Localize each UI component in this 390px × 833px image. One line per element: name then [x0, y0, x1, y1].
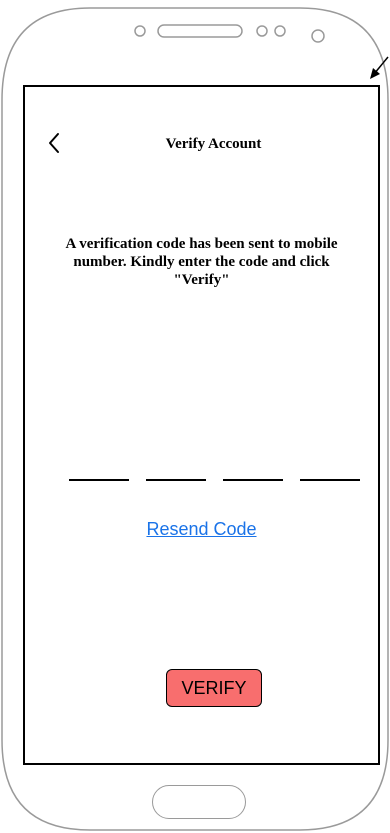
resend-container: Resend Code — [25, 519, 378, 540]
sensor-icon — [134, 25, 146, 37]
code-input-row — [69, 475, 361, 481]
code-digit-1[interactable] — [69, 475, 129, 481]
app-screen: Verify Account A verification code has b… — [23, 85, 380, 765]
speaker-icon — [157, 24, 243, 38]
code-digit-4[interactable] — [300, 475, 360, 481]
home-button[interactable] — [152, 785, 246, 819]
page-title: Verify Account — [165, 136, 262, 152]
verify-button[interactable]: VERIFY — [166, 669, 262, 707]
camera-icon — [256, 25, 268, 37]
code-digit-3[interactable] — [223, 475, 283, 481]
arrow-icon — [370, 56, 389, 79]
resend-code-link[interactable]: Resend Code — [146, 519, 256, 539]
front-camera-icon — [311, 29, 325, 43]
verification-message: A verification code has been sent to mob… — [65, 236, 338, 288]
code-digit-2[interactable] — [146, 475, 206, 481]
sensor-icon — [274, 25, 286, 37]
